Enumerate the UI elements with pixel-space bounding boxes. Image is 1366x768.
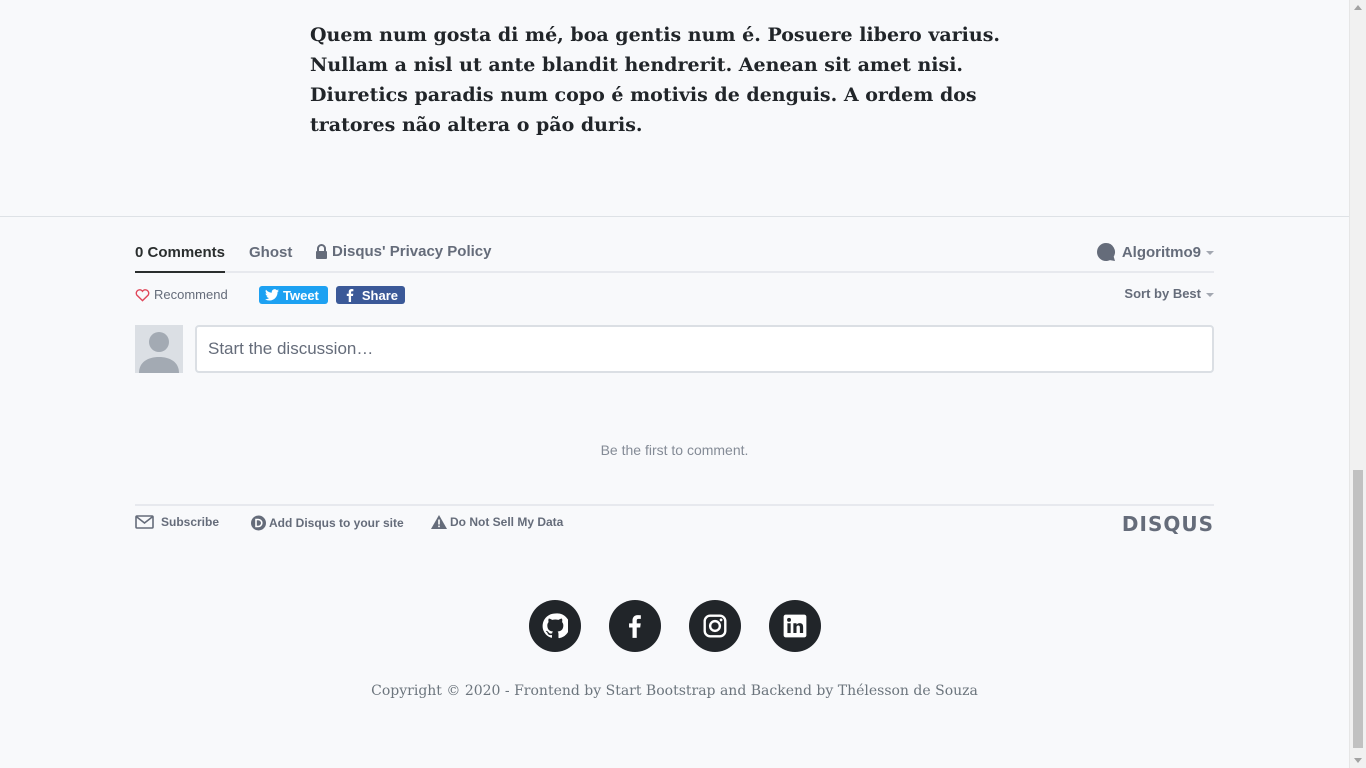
instagram-icon [703,614,727,638]
disqus-nav: 0 Comments Ghost Disqus' Privacy Policy … [135,236,1214,273]
facebook-icon [629,615,641,638]
scroll-down-arrow-icon[interactable] [1354,758,1362,763]
linkedin-link[interactable] [769,600,821,652]
compose-area [135,325,1214,373]
disqus-logo[interactable]: DISQUS [1122,512,1214,536]
copyright-text: Copyright © 2020 - Frontend by Start Boo… [371,683,978,699]
username: Algoritmo9 [1121,243,1201,261]
social-links [529,600,821,652]
user-menu[interactable]: Algoritmo9 [1096,242,1214,262]
github-icon [542,613,568,639]
privacy-policy-label: Disqus' Privacy Policy [332,243,492,260]
disqus-toolbar: Recommend Tweet Share Sort by Best [135,273,1214,325]
tab-comments[interactable]: 0 Comments [135,244,225,261]
do-not-sell-link[interactable]: Do Not Sell My Data [431,515,563,529]
page: Quem num gosta di mé, boa gentis num é. … [0,0,1349,768]
github-link[interactable] [529,600,581,652]
linkedin-icon [783,614,807,638]
facebook-f-icon [346,288,354,302]
facebook-link[interactable] [609,600,661,652]
chevron-down-icon [1206,292,1214,297]
add-disqus-link[interactable]: Add Disqus to your site [250,515,404,531]
share-label: Share [361,287,398,303]
instagram-link[interactable] [689,600,741,652]
scrollbar-thumb[interactable] [1353,470,1363,748]
chevron-down-icon [1206,251,1214,255]
twitter-icon [265,289,279,301]
subscribe-link[interactable]: Subscribe [135,515,219,529]
sort-dropdown[interactable]: Sort by Best [1124,286,1214,301]
heart-icon [135,288,150,302]
article-paragraph: Quem num gosta di mé, boa gentis num é. … [310,24,1001,136]
sort-label: Sort by Best [1124,286,1201,301]
comment-input[interactable] [195,325,1214,373]
disqus-d-icon [251,515,266,531]
chat-bubble-icon [1096,243,1115,261]
user-silhouette-icon [135,325,183,373]
add-disqus-label: Add Disqus to your site [269,516,404,530]
recommend-label: Recommend [154,287,228,302]
empty-state-message: Be the first to comment. [600,442,749,458]
privacy-policy-link[interactable]: Disqus' Privacy Policy [315,243,491,260]
disqus-thread: 0 Comments Ghost Disqus' Privacy Policy … [135,236,1214,536]
tweet-button[interactable]: Tweet [259,286,328,304]
do-not-sell-label: Do Not Sell My Data [450,515,564,529]
lock-icon [316,243,327,259]
tab-community[interactable]: Ghost [249,244,292,261]
avatar [135,325,183,373]
disqus-footer: Subscribe Add Disqus to your site Do Not… [135,504,1214,538]
tweet-label: Tweet [283,287,319,303]
recommend-button[interactable]: Recommend [135,287,228,302]
warning-icon [431,515,447,529]
section-divider [0,216,1349,217]
facebook-share-button[interactable]: Share [336,286,405,304]
envelope-icon [135,515,154,529]
subscribe-label: Subscribe [161,515,220,529]
scroll-up-arrow-icon[interactable] [1354,5,1362,10]
vertical-scrollbar[interactable] [1349,0,1366,768]
